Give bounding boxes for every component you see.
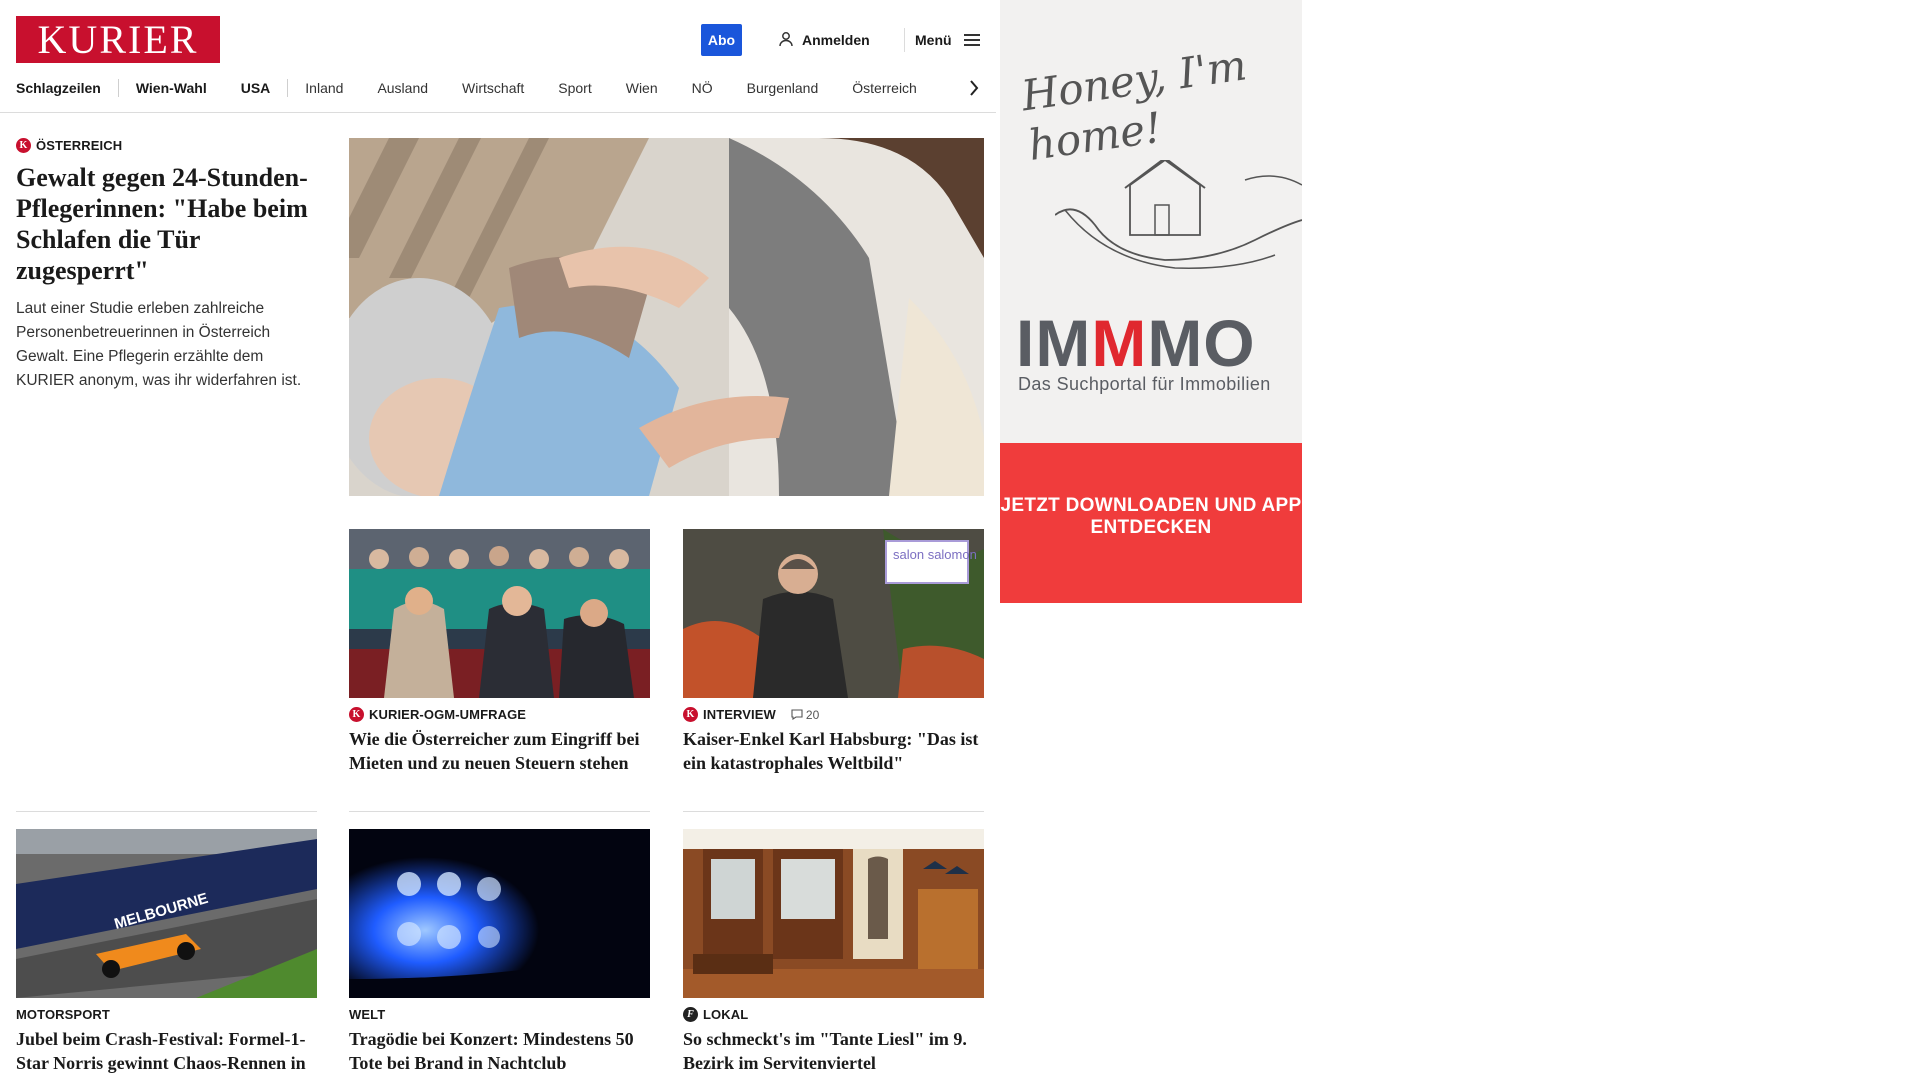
article-headline[interactable]: Wie die Österreicher zum Eingriff bei Mi… (349, 727, 650, 775)
row-divider (16, 811, 317, 812)
article-kicker: K Österreich (16, 138, 316, 153)
article-headline[interactable]: Kaiser-Enkel Karl Habsburg: "Das ist ein… (683, 727, 984, 775)
article-image[interactable] (683, 829, 984, 998)
menu-label: Menü (915, 32, 952, 48)
article-image[interactable] (349, 529, 650, 698)
nav-item-inland[interactable]: Inland (288, 76, 360, 100)
kurier-k-icon: K (16, 138, 31, 153)
article-headline[interactable]: So schmeckt's im "Tante Liesl" im 9. Bez… (683, 1027, 984, 1075)
comment-count[interactable]: 20 (791, 708, 820, 722)
article-kicker: K KURIER-OGM-Umfrage (349, 707, 650, 722)
salon-badge-text: salon salomon (893, 547, 977, 562)
chevron-right-icon (970, 80, 979, 96)
nav-item-burgenland[interactable]: Burgenland (730, 76, 836, 100)
login-label: Anmelden (802, 32, 870, 48)
kurier-logo[interactable]: KURIER (16, 16, 220, 63)
kicker-label: KURIER-OGM-Umfrage (369, 707, 527, 722)
article-kicker: K Interview 20 (683, 707, 984, 722)
nav-item-usa[interactable]: USA (224, 76, 288, 100)
kurier-k-icon: K (683, 707, 698, 722)
article-card[interactable]: f Lokal So schmeckt's im "Tante Liesl" i… (683, 829, 984, 1075)
article-headline[interactable]: Tragödie bei Konzert: Mindestens 50 Tote… (349, 1027, 650, 1075)
ad-brand-part: MO (1147, 306, 1256, 380)
nav-item-ausland[interactable]: Ausland (360, 76, 445, 100)
nav-scroll-right-button[interactable] (964, 76, 984, 100)
kicker-label: Lokal (703, 1007, 749, 1022)
ad-subtitle: Das Suchportal für Immobilien (1018, 374, 1271, 394)
menu-button[interactable]: Menü (915, 30, 980, 50)
login-button[interactable]: Anmelden (778, 30, 870, 50)
article-headline[interactable]: Jubel beim Crash-Festival: Formel-1-Star… (16, 1027, 317, 1080)
article-kicker: f Lokal (683, 1007, 984, 1022)
nav-item-oesterreich[interactable]: Österreich (835, 76, 934, 100)
article-card[interactable]: salon salomon K Interview 20 Kaiser-Enke… (683, 529, 984, 775)
nav-item-wien-wahl[interactable]: Wien-Wahl (119, 76, 224, 100)
kicker-label: Österreich (36, 138, 123, 153)
row-divider (349, 811, 650, 812)
ad-brand-part: M (1091, 306, 1148, 380)
nav-item-wien[interactable]: Wien (609, 76, 675, 100)
article-kicker: Motorsport (16, 1007, 317, 1022)
kicker-label: Welt (349, 1007, 386, 1022)
header-divider (904, 28, 905, 52)
nav-item-sport[interactable]: Sport (541, 76, 608, 100)
article-card[interactable]: MELBOURNE Motorsport Jubel beim Crash-Fe… (16, 829, 317, 1080)
lokal-icon: f (683, 1007, 698, 1022)
lead-teaser: Laut einer Studie erleben zahlreiche Per… (16, 300, 302, 389)
user-icon (778, 31, 794, 50)
kurier-k-icon: K (349, 707, 364, 722)
article-card[interactable]: K KURIER-OGM-Umfrage Wie die Österreiche… (349, 529, 650, 775)
comment-count-value: 20 (805, 707, 820, 722)
hamburger-icon (963, 34, 980, 46)
ad-cta-button[interactable]: JETZT DOWNLOADEN UND APP ENTDECKEN (1000, 443, 1302, 603)
nav-item-wirtschaft[interactable]: Wirtschaft (445, 76, 541, 100)
ad-brand-logo: IMMMO (1016, 305, 1256, 381)
ad-visual[interactable]: Honey, I'm home! IMMMO Das Suchportal fü… (1000, 0, 1302, 443)
nav-item-noe[interactable]: NÖ (675, 76, 730, 100)
site-header: KURIER Abo Anmelden Menü Schlagzeilen Wi… (0, 0, 996, 113)
house-in-hand-icon (1055, 160, 1302, 269)
comment-icon (791, 709, 803, 720)
lead-headline[interactable]: Gewalt gegen 24-Stunden-Pflegerinnen: "H… (16, 162, 316, 286)
kicker-label: Motorsport (16, 1007, 110, 1022)
row-divider (683, 811, 984, 812)
article-image[interactable]: MELBOURNE (16, 829, 317, 998)
ad-brand-part: IM (1016, 306, 1092, 380)
advertisement[interactable]: Honey, I'm home! IMMMO Das Suchportal fü… (1000, 0, 1302, 603)
lead-article[interactable]: K Österreich Gewalt gegen 24-Stunden-Pfl… (16, 138, 316, 393)
lead-article-image[interactable] (349, 138, 984, 496)
article-image[interactable] (349, 829, 650, 998)
article-kicker: Welt (349, 1007, 650, 1022)
article-card[interactable]: Welt Tragödie bei Konzert: Mindestens 50… (349, 829, 650, 1075)
nav-item-schlagzeilen[interactable]: Schlagzeilen (16, 76, 118, 100)
kicker-label: Interview (703, 707, 776, 722)
article-image[interactable]: salon salomon (683, 529, 984, 698)
ad-tagline: Honey, I'm home! (1018, 40, 1250, 170)
category-nav: Schlagzeilen Wien-Wahl USA Inland Auslan… (16, 76, 934, 100)
abo-button[interactable]: Abo (701, 24, 742, 56)
